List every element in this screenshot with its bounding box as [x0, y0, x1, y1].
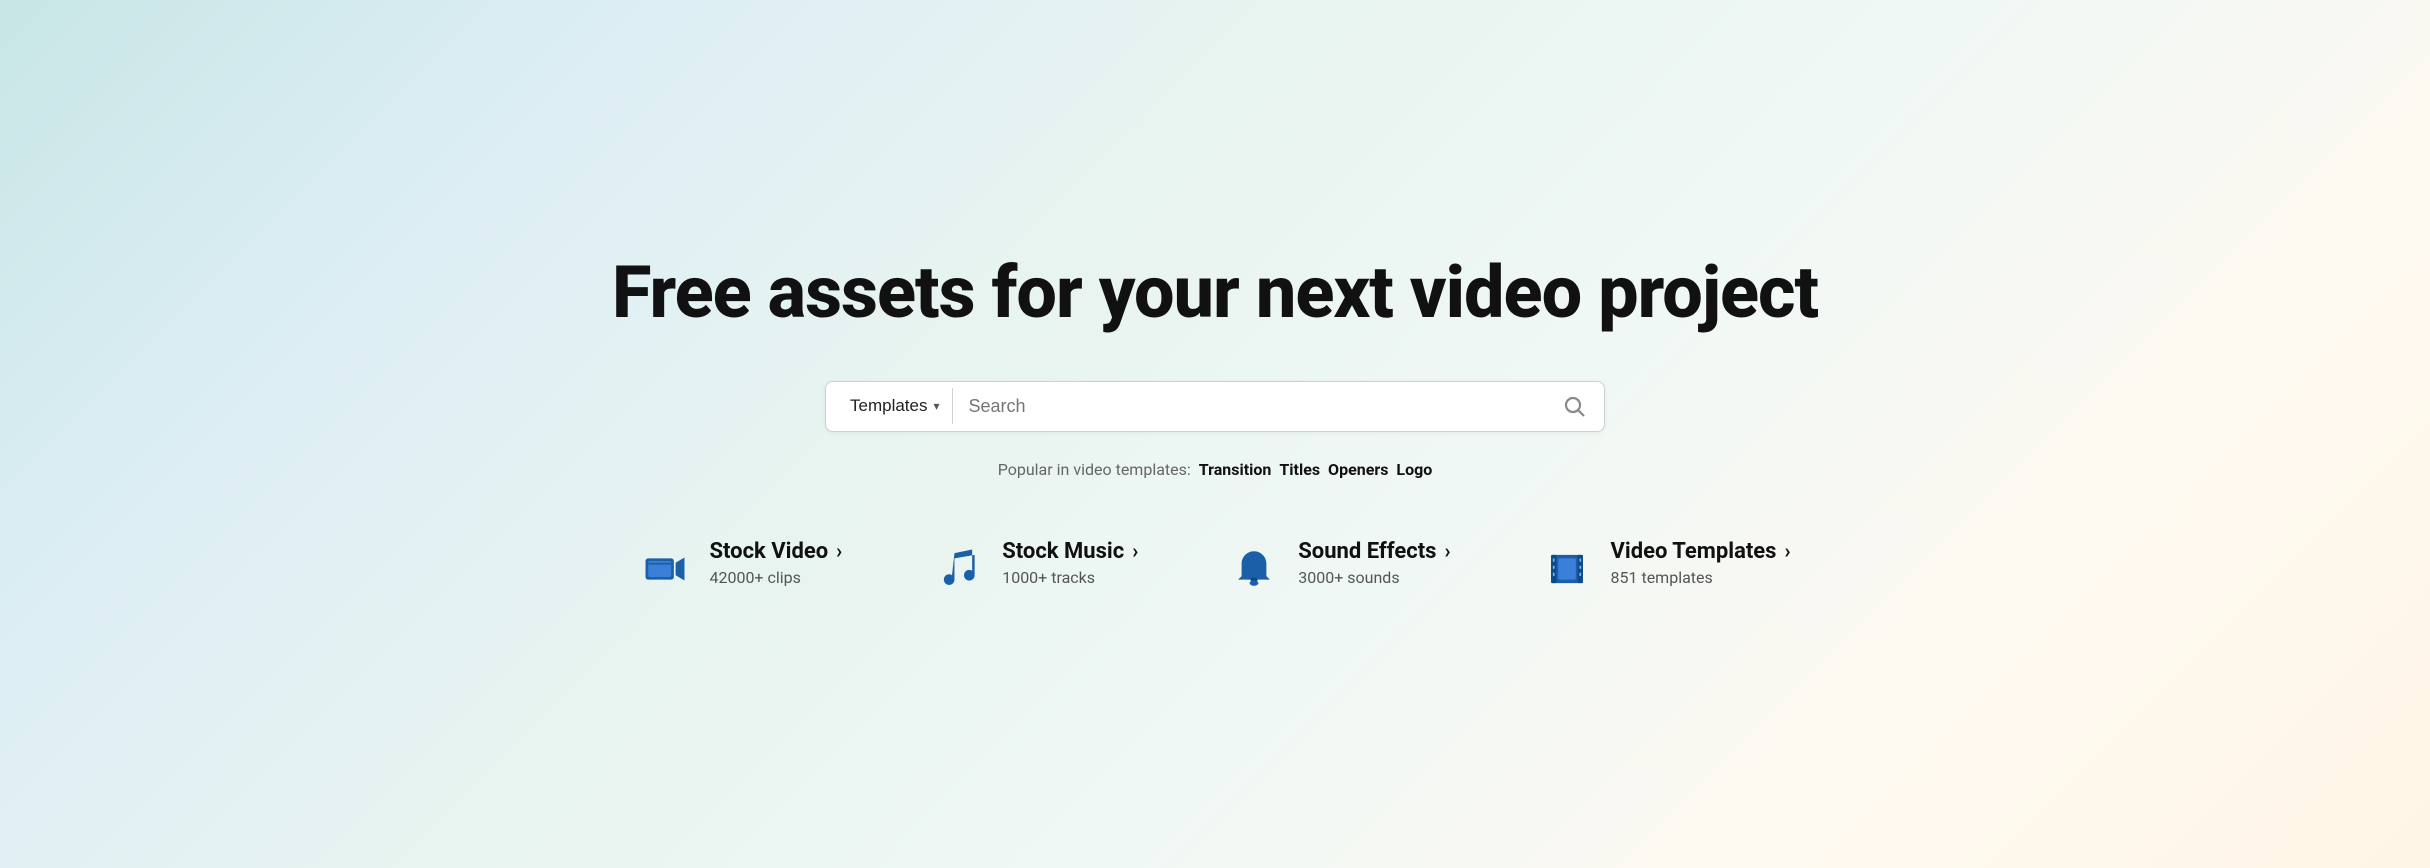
popular-tag-logo[interactable]: Logo: [1396, 460, 1432, 479]
category-arrow-stock-music: ›: [1132, 539, 1138, 563]
category-subtitle-video-templates: 851 templates: [1611, 568, 1791, 587]
popular-tag-transition[interactable]: Transition: [1199, 460, 1272, 479]
category-arrow-sound-effects: ›: [1444, 539, 1450, 563]
category-subtitle-sound-effects: 3000+ sounds: [1298, 568, 1450, 587]
search-button[interactable]: [1556, 388, 1592, 424]
category-item-stock-music[interactable]: Stock Music › 1000+ tracks: [932, 539, 1138, 595]
hero-title: Free assets for your next video project: [612, 253, 1818, 332]
category-title-stock-video: Stock Video ›: [709, 539, 842, 564]
search-bar: Templates ▾: [825, 381, 1605, 432]
search-icon: [1562, 394, 1586, 418]
hero-section: Free assets for your next video project …: [0, 193, 2430, 674]
category-item-sound-effects[interactable]: Sound Effects › 3000+ sounds: [1228, 539, 1450, 595]
category-title-sound-effects: Sound Effects ›: [1298, 539, 1450, 564]
chevron-down-icon: ▾: [933, 399, 939, 413]
category-info-stock-music: Stock Music › 1000+ tracks: [1002, 539, 1138, 587]
category-arrow-stock-video: ›: [836, 539, 842, 563]
popular-tags-row: Popular in video templates: Transition T…: [998, 460, 1433, 479]
search-dropdown[interactable]: Templates ▾: [838, 388, 953, 424]
category-title-stock-music: Stock Music ›: [1002, 539, 1138, 564]
category-info-sound-effects: Sound Effects › 3000+ sounds: [1298, 539, 1450, 587]
popular-tag-openers[interactable]: Openers: [1328, 460, 1388, 479]
category-subtitle-stock-music: 1000+ tracks: [1002, 568, 1138, 587]
category-row: Stock Video › 42000+ clips Stock Music ›…: [565, 539, 1865, 595]
category-subtitle-stock-video: 42000+ clips: [709, 568, 842, 587]
bell-icon: [1228, 543, 1280, 595]
film-strip-icon: [1541, 543, 1593, 595]
category-arrow-video-templates: ›: [1784, 539, 1790, 563]
category-item-video-templates[interactable]: Video Templates › 851 templates: [1541, 539, 1791, 595]
popular-label: Popular in video templates:: [998, 460, 1191, 479]
category-title-video-templates: Video Templates ›: [1611, 539, 1791, 564]
dropdown-label: Templates: [850, 396, 927, 416]
search-input[interactable]: [965, 388, 1556, 425]
music-note-icon: [932, 543, 984, 595]
category-info-stock-video: Stock Video › 42000+ clips: [709, 539, 842, 587]
popular-tag-titles[interactable]: Titles: [1279, 460, 1320, 479]
video-camera-icon: [639, 543, 691, 595]
category-info-video-templates: Video Templates › 851 templates: [1611, 539, 1791, 587]
category-item-stock-video[interactable]: Stock Video › 42000+ clips: [639, 539, 842, 595]
